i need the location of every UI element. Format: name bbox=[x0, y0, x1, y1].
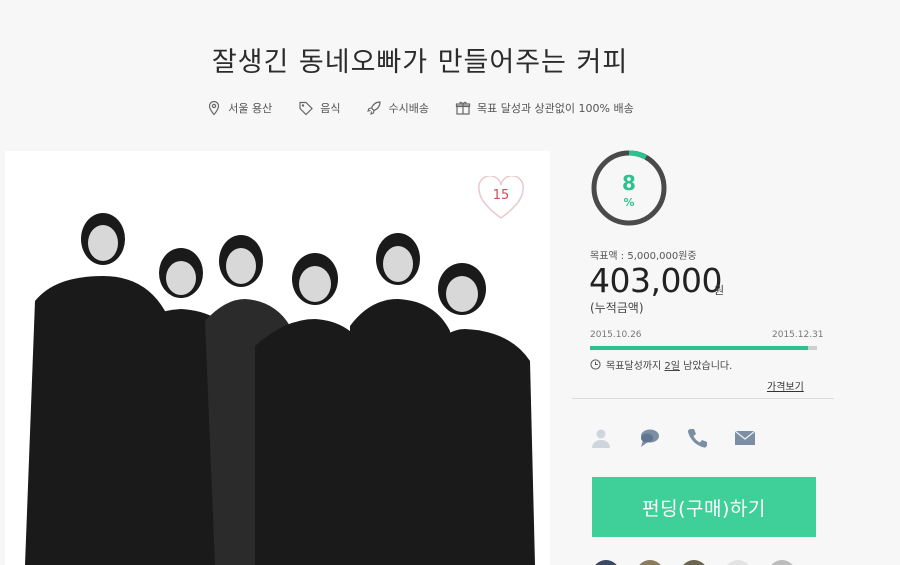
start-date: 2015.10.26 bbox=[590, 330, 642, 340]
tag-category-label: 음식 bbox=[320, 102, 341, 115]
funding-panel: 8 % 목표액 : 5,000,000원중 403,000 원 (누적금액) 2… bbox=[572, 140, 834, 565]
progress-percent-sign: % bbox=[623, 196, 635, 209]
rocket-icon bbox=[367, 101, 382, 115]
tag-location[interactable]: 서울 용산 bbox=[206, 100, 272, 116]
raised-amount: 403,000 bbox=[589, 261, 722, 300]
contact-icons bbox=[590, 427, 756, 449]
progress-ring: 8 % bbox=[590, 149, 668, 227]
clock-icon bbox=[590, 359, 601, 370]
like-button[interactable]: 15 bbox=[477, 175, 525, 220]
project-photo[interactable]: 15 bbox=[5, 151, 550, 565]
avatar[interactable] bbox=[724, 560, 752, 565]
goal-amount-label: 목표액 : 5,000,000원중 bbox=[590, 251, 697, 262]
group-photo-image bbox=[5, 151, 550, 565]
like-count: 15 bbox=[492, 188, 510, 203]
avatar[interactable] bbox=[768, 560, 796, 565]
tag-guarantee[interactable]: 목표 달성과 상관없이 100% 배송 bbox=[455, 100, 634, 116]
tag-delivery[interactable]: 수시배송 bbox=[366, 100, 429, 116]
tag-delivery-label: 수시배송 bbox=[388, 102, 429, 115]
person-icon[interactable] bbox=[590, 427, 612, 449]
end-date: 2015.12.31 bbox=[772, 330, 824, 340]
timeline-bar-fill bbox=[590, 346, 808, 350]
avatar[interactable] bbox=[592, 560, 620, 565]
remaining-suffix: 남았습니다. bbox=[679, 361, 733, 372]
timeline-bar bbox=[590, 346, 817, 350]
mail-icon[interactable] bbox=[734, 427, 756, 449]
view-price-link[interactable]: 가격보기 bbox=[767, 378, 804, 393]
phone-icon[interactable] bbox=[686, 427, 708, 449]
avatar[interactable] bbox=[636, 560, 664, 565]
divider bbox=[572, 398, 834, 399]
currency-unit: 원 bbox=[714, 284, 725, 297]
price-tag-icon bbox=[299, 101, 314, 116]
backer-avatars bbox=[592, 560, 796, 565]
project-tags: 서울 용산 음식 수시배송 목표 달성과 상관없이 100% 배송 bbox=[0, 100, 840, 116]
chat-bubble-icon[interactable] bbox=[638, 427, 660, 449]
tag-guarantee-label: 목표 달성과 상관없이 100% 배송 bbox=[476, 102, 634, 115]
remaining-time: 목표달성까지 2일 남았습니다. bbox=[590, 357, 732, 372]
fund-purchase-button[interactable]: 펀딩(구매)하기 bbox=[592, 477, 816, 537]
remaining-prefix: 목표달성까지 bbox=[606, 361, 665, 372]
gift-icon bbox=[455, 101, 471, 115]
progress-percent: 8 bbox=[622, 171, 636, 195]
avatar[interactable] bbox=[680, 560, 708, 565]
tag-category[interactable]: 음식 bbox=[298, 100, 340, 116]
remaining-days: 2일 bbox=[664, 361, 680, 372]
page-title: 잘생긴 동네오빠가 만들어주는 커피 bbox=[211, 47, 629, 78]
tag-location-label: 서울 용산 bbox=[228, 102, 273, 115]
accumulated-label: (누적금액) bbox=[590, 301, 644, 315]
location-pin-icon bbox=[209, 100, 220, 116]
